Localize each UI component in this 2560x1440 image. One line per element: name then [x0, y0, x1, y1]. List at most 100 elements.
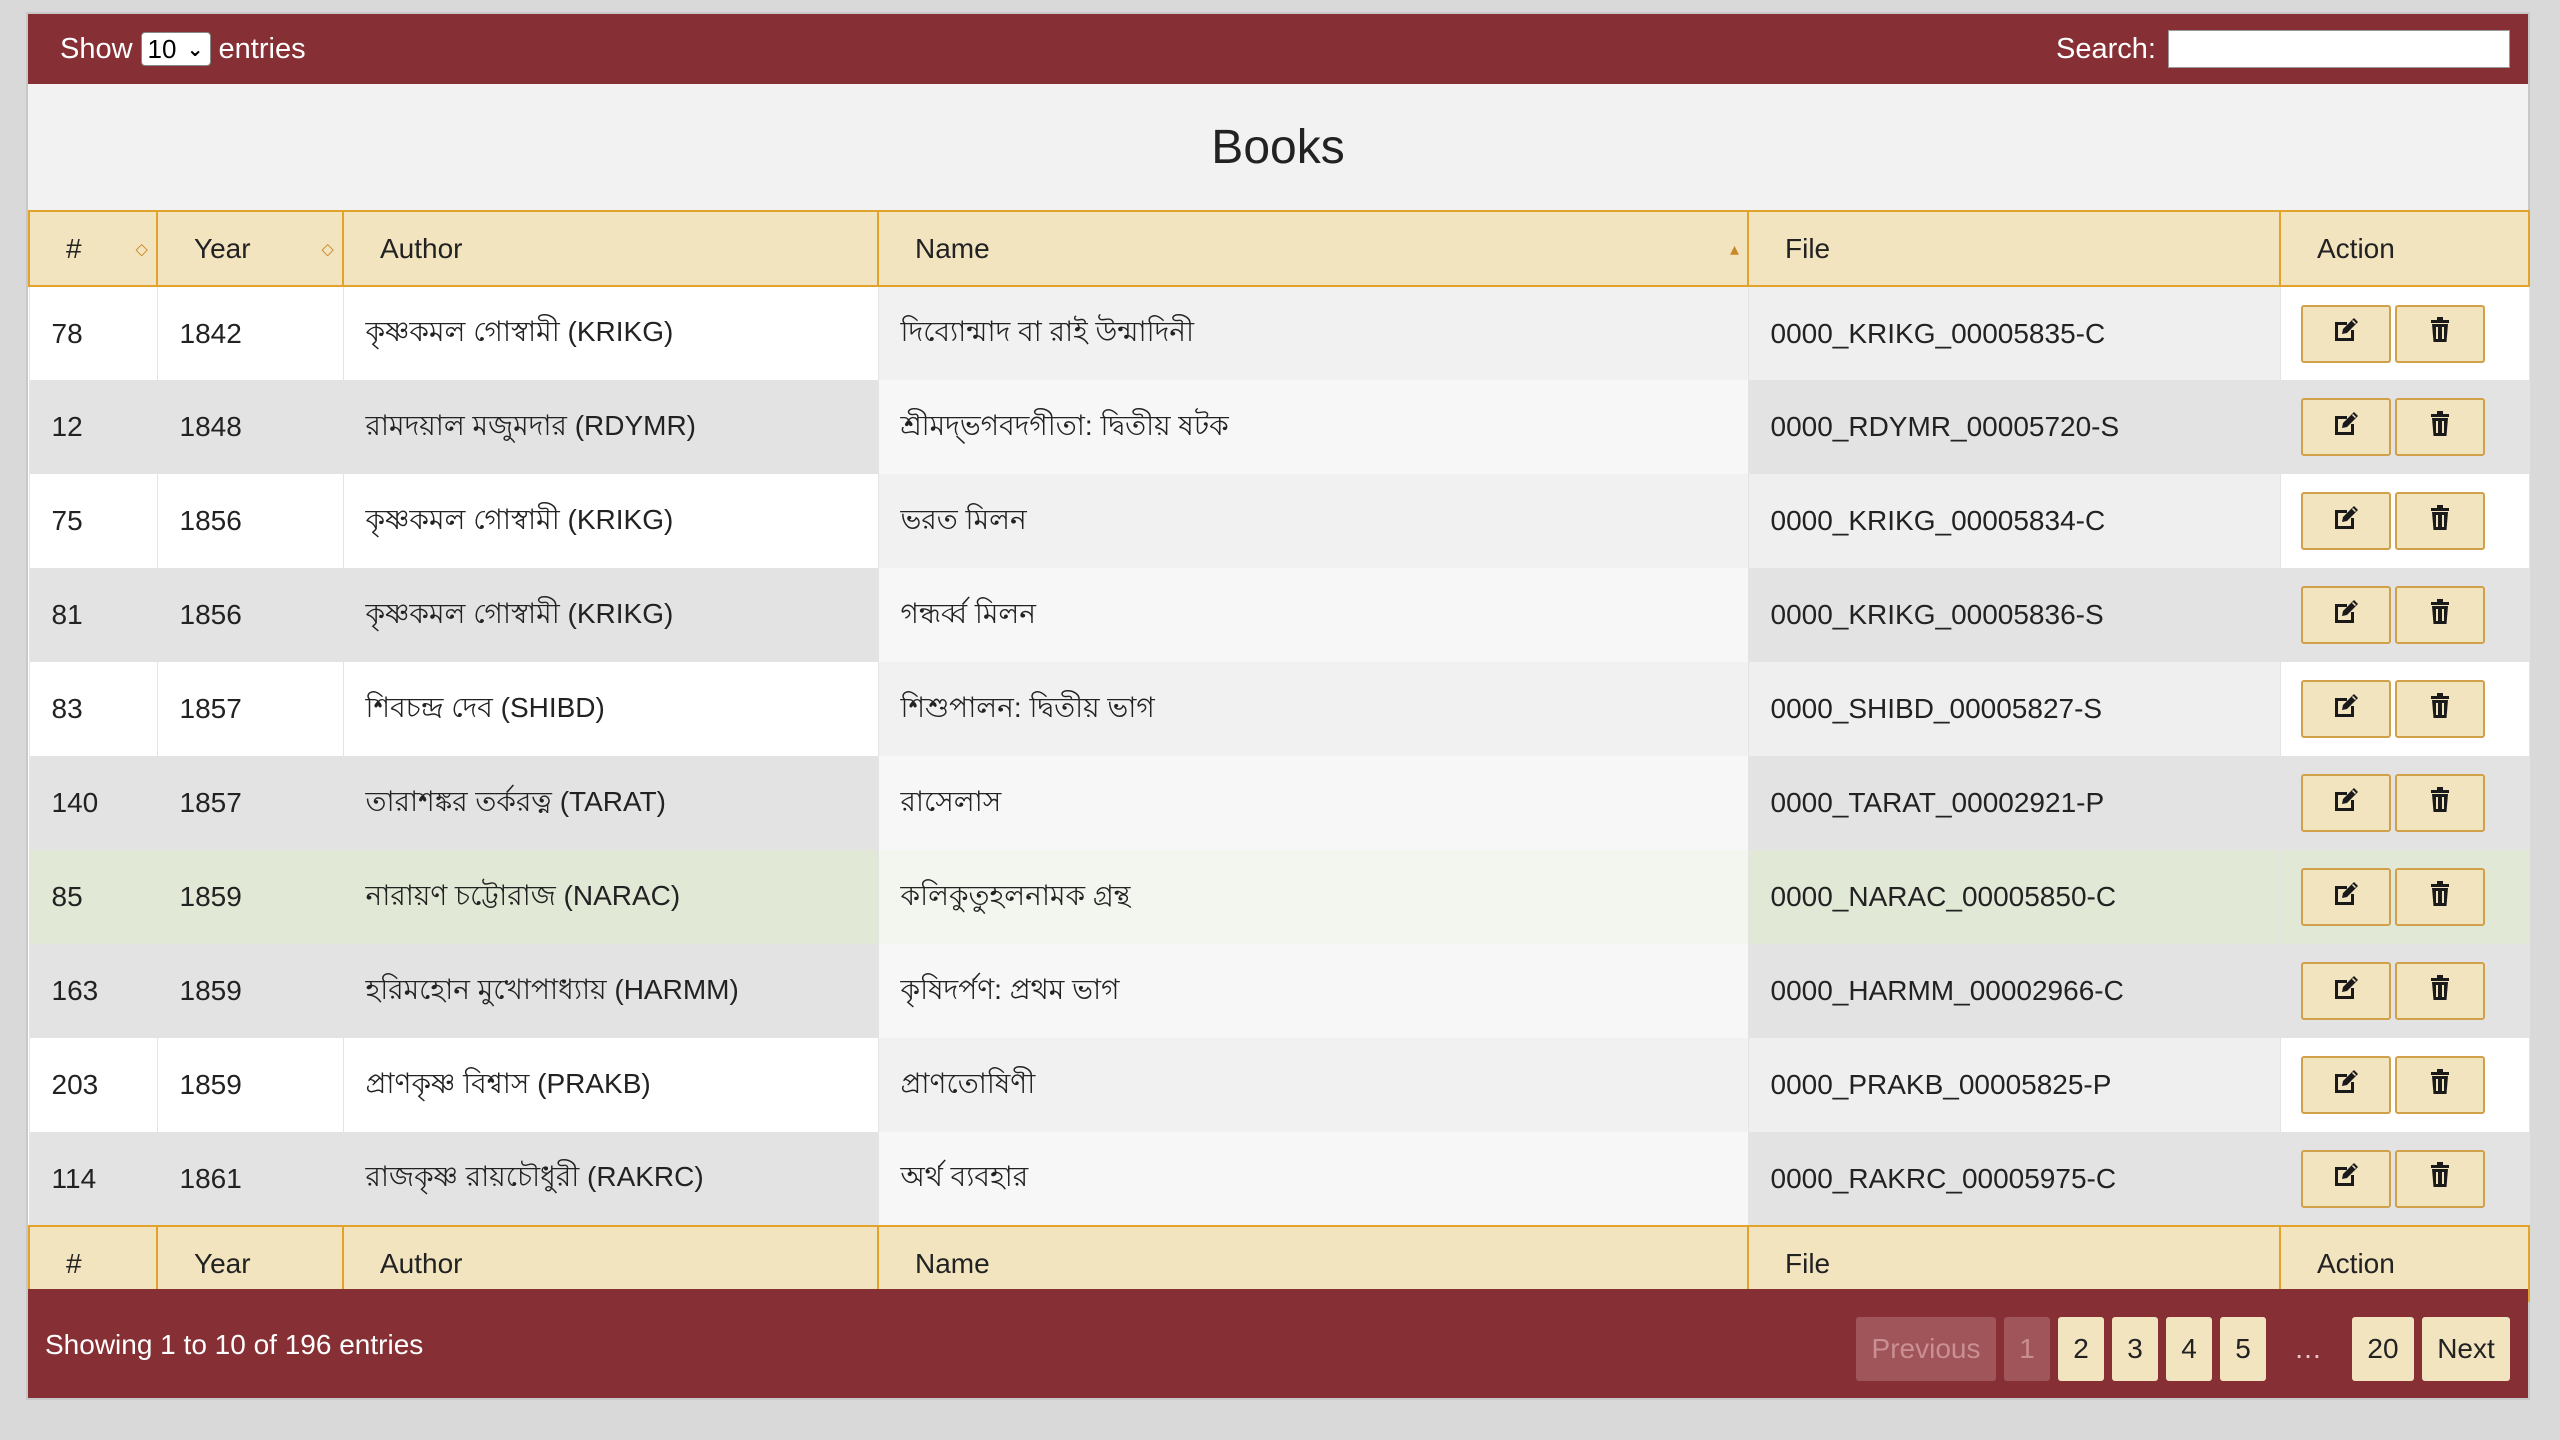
cell-file: 0000_RDYMR_00005720-S: [1747, 380, 2281, 474]
edit-button[interactable]: [2300, 962, 2391, 1020]
page-button-3[interactable]: 3: [2112, 1317, 2158, 1381]
cell-name: দিব্যোন্মাদ বা রাই উন্মাদিনী: [877, 286, 1749, 380]
sort-ascending-icon: ▴: [1729, 238, 1739, 259]
edit-button[interactable]: [2300, 398, 2391, 456]
edit-button[interactable]: [2300, 1149, 2391, 1208]
cell-file: 0000_SHIBD_00005827-S: [1747, 662, 2281, 756]
column-header-year[interactable]: Year ⬦: [156, 210, 344, 287]
page-button-4[interactable]: 4: [2166, 1317, 2212, 1381]
table-body: 78 1842 কৃষ্ণকমল গোস্বামী (KRIKG) দিব্যোন্ম…: [28, 286, 2530, 1226]
table-row: 81 1856 কৃষ্ণকমল গোস্বামী (KRIKG) গন্ধৰ্ব্ব…: [28, 568, 2530, 662]
edit-icon: [2330, 972, 2362, 1011]
column-header-author[interactable]: Author: [342, 210, 879, 287]
column-header-label: Year: [194, 232, 251, 264]
cell-num: 163: [28, 944, 158, 1038]
cell-author: প্রাণকৃষ্ণ বিশ্বাস (PRAKB): [342, 1038, 879, 1132]
delete-button[interactable]: [2394, 962, 2485, 1020]
edit-button[interactable]: [2300, 680, 2391, 738]
page-length-select[interactable]: 10 ⌄: [140, 32, 211, 66]
entries-info: Showing 1 to 10 of 196 entries: [45, 1329, 424, 1360]
cell-file: 0000_PRAKB_00005825-P: [1747, 1038, 2281, 1132]
column-header-label: File: [1785, 232, 1831, 264]
cell-action: [2279, 568, 2530, 662]
edit-button[interactable]: [2300, 1056, 2391, 1114]
cell-year: 1856: [156, 568, 344, 662]
cell-file: 0000_KRIKG_00005834-C: [1747, 474, 2281, 568]
cell-name: প্রাণতোষিণী: [877, 1038, 1749, 1132]
table-controls-bar: Show 10 ⌄ entries Search:: [28, 14, 2528, 84]
cell-year: 1856: [156, 474, 344, 568]
trash-icon: [2424, 784, 2456, 823]
cell-num: 114: [28, 1132, 158, 1226]
cell-name: ভরত মিলন: [877, 474, 1749, 568]
page-button-1[interactable]: 1: [2004, 1317, 2050, 1381]
page-length-control: Show 10 ⌄ entries: [60, 28, 306, 70]
page-button-2[interactable]: 2: [2058, 1317, 2104, 1381]
edit-button[interactable]: [2300, 304, 2391, 363]
cell-num: 75: [28, 474, 158, 568]
cell-name: শ্রীমদ্‌ভগবদগীতা: দ্বিতীয় ষটক: [877, 380, 1749, 474]
edit-icon: [2330, 596, 2362, 635]
column-header-label: Action: [2317, 232, 2395, 264]
column-header-file[interactable]: File: [1747, 210, 2281, 287]
pagination-ellipsis: …: [2294, 1333, 2322, 1364]
column-footer-label: #: [66, 1247, 82, 1279]
edit-button[interactable]: [2300, 774, 2391, 832]
cell-file: 0000_NARAC_00005850-C: [1747, 850, 2281, 944]
column-header-num[interactable]: # ⬦: [28, 210, 158, 287]
previous-page-button[interactable]: Previous: [1856, 1317, 1996, 1381]
cell-author: কৃষ্ণকমল গোস্বামী (KRIKG): [342, 568, 879, 662]
cell-author: কৃষ্ণকমল গোস্বামী (KRIKG): [342, 474, 879, 568]
table-row: 78 1842 কৃষ্ণকমল গোস্বামী (KRIKG) দিব্যোন্ম…: [28, 286, 2530, 380]
column-header-name[interactable]: Name ▴: [877, 210, 1749, 287]
edit-button[interactable]: [2300, 868, 2391, 926]
edit-button[interactable]: [2300, 586, 2391, 644]
column-footer-label: File: [1785, 1247, 1831, 1279]
edit-icon: [2330, 784, 2362, 823]
delete-button[interactable]: [2394, 774, 2485, 832]
cell-action: [2279, 380, 2530, 474]
next-page-button[interactable]: Next: [2422, 1317, 2510, 1381]
delete-button[interactable]: [2394, 1056, 2485, 1114]
column-footer-label: Name: [915, 1247, 990, 1279]
edit-icon: [2330, 1066, 2362, 1105]
delete-button[interactable]: [2394, 398, 2485, 456]
search-input[interactable]: [2168, 30, 2510, 68]
cell-file: 0000_RAKRC_00005975-C: [1747, 1132, 2281, 1226]
cell-action: [2279, 286, 2530, 380]
edit-button[interactable]: [2300, 492, 2391, 550]
cell-name: কলিকুতুহলনামক গ্রন্থ: [877, 850, 1749, 944]
cell-year: 1859: [156, 944, 344, 1038]
cell-author: শিবচন্দ্র দেব (SHIBD): [342, 662, 879, 756]
delete-button[interactable]: [2394, 680, 2485, 738]
cell-file: 0000_HARMM_00002966-C: [1747, 944, 2281, 1038]
column-footer-label: Year: [194, 1247, 251, 1279]
cell-year: 1857: [156, 756, 344, 850]
cell-action: [2279, 756, 2530, 850]
column-header-label: Name: [915, 232, 990, 264]
trash-icon: [2424, 314, 2456, 353]
cell-author: হরিমহোন মুখোপাধ্যায় (HARMM): [342, 944, 879, 1038]
delete-button[interactable]: [2394, 1149, 2485, 1208]
cell-name: রাসেলাস: [877, 756, 1749, 850]
trash-icon: [2424, 1066, 2456, 1105]
cell-name: অর্থ ব্যবহার: [877, 1132, 1749, 1226]
trash-icon: [2424, 596, 2456, 635]
cell-action: [2279, 944, 2530, 1038]
table-row: 12 1848 রামদয়াল মজুমদার (RDYMR) শ্রীমদ্‌ভগ…: [28, 380, 2530, 474]
column-footer-label: Author: [380, 1247, 463, 1279]
cell-num: 85: [28, 850, 158, 944]
delete-button[interactable]: [2394, 868, 2485, 926]
cell-num: 12: [28, 380, 158, 474]
delete-button[interactable]: [2394, 586, 2485, 644]
page-button-last[interactable]: 20: [2352, 1317, 2414, 1381]
cell-author: রাজকৃষ্ণ রায়চৌধুরী (RAKRC): [342, 1132, 879, 1226]
books-table: # ⬦ Year ⬦ Author Name ▴ File Action 78 …: [28, 210, 2530, 1302]
cell-action: [2279, 662, 2530, 756]
cell-num: 81: [28, 568, 158, 662]
search-control: Search:: [2056, 26, 2510, 72]
delete-button[interactable]: [2394, 304, 2485, 363]
column-header-action: Action: [2279, 210, 2530, 287]
delete-button[interactable]: [2394, 492, 2485, 550]
page-button-5[interactable]: 5: [2220, 1317, 2266, 1381]
